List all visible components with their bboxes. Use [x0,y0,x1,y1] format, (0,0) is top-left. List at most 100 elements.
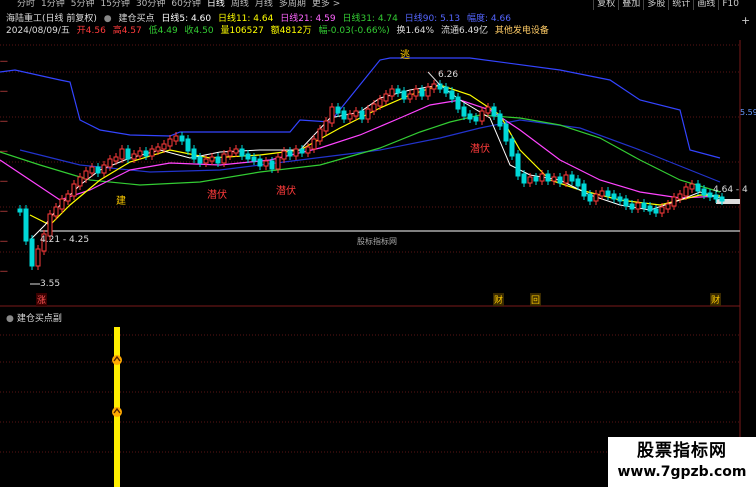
candle-body [401,90,407,100]
candle-body [305,146,311,154]
candle-body [509,138,515,157]
axis-tick: | [0,240,8,243]
candle-body [659,206,665,214]
candle-body [515,153,521,177]
right-axis-price: 5.59 [740,108,756,117]
candle-body [473,116,479,122]
candle-body [263,160,269,167]
candle-body [239,148,245,157]
left-axis: | | | | | | | | [0,20,8,320]
candle-body [485,106,491,114]
axis-tick: | [0,120,8,123]
candle-body [557,176,563,184]
candle-body [65,193,71,202]
candle-body [707,192,713,198]
candle-body [101,164,107,174]
watermark-line1: 股票指标网 [637,441,727,461]
build-label: 建 [116,196,126,207]
candle-body [605,190,611,197]
candle-body [323,120,329,132]
candle-body [479,110,485,122]
candle-body [179,135,185,142]
candle-body [287,150,293,157]
candle-body [107,158,113,168]
candle-body [155,146,161,152]
range-price-label: 4.21 - 4.25 [40,235,90,245]
candle-body [611,193,617,200]
candle-body [347,113,353,120]
candle-body [329,106,335,124]
candle-body [89,166,95,174]
candle-body [365,108,371,120]
candle-body [587,193,593,202]
candle-body [575,178,581,187]
candle-body [521,173,527,184]
candle-body [47,213,53,237]
site-watermark: 股票指标网 www.7gpzb.com [608,437,756,487]
subpanel-title-text[interactable]: 建仓买点副 [17,314,62,324]
candle-body [227,150,233,157]
candle-body [683,186,689,197]
candle-body [407,93,413,100]
candle-body [431,83,437,90]
candle-body [719,196,725,202]
lurk-label-3: 潜伏 [470,144,490,155]
subpanel-dot-icon: ● [6,314,14,324]
axis-tick: | [0,180,8,183]
axis-tick: | [0,90,8,93]
candle-body [143,150,149,157]
candle-body [377,98,383,107]
candle-body [233,148,239,154]
candle-body [83,170,89,180]
candle-body [629,203,635,210]
candle-body [395,88,401,94]
candle-body [203,158,209,164]
candle-body [215,156,221,164]
candle-body [713,194,719,200]
candle-body [467,113,473,120]
candle-body [455,96,461,110]
grid-lines [0,44,740,453]
candle-body [461,106,467,117]
candle-body [569,174,575,182]
candle-body [635,202,641,210]
candle-body [671,196,677,207]
rise-marker: 涨 [36,293,48,306]
candle-body [599,190,605,197]
candle-body [317,128,323,142]
candle-body [161,143,167,150]
candle-body [503,123,509,142]
candle-body [617,196,623,202]
candle-body [149,148,155,157]
center-watermark-label: 股标指标网 [357,237,397,246]
candle-body [419,88,425,97]
candle-body [191,148,197,160]
candle-body [701,188,707,196]
candle-body [353,110,359,117]
watermark-line2: www.7gpzb.com [617,464,747,480]
candle-body [497,113,503,127]
candle-body [389,88,395,97]
candle-body [581,183,587,197]
candle-body [677,193,683,200]
escape-label: 逃 [400,50,410,61]
candle-body [257,158,263,167]
candle-body [251,156,257,162]
candle-body [449,90,455,100]
axis-tick: | [0,210,8,213]
candle-body [593,193,599,202]
candle-body [623,198,629,207]
candle-body [539,173,545,182]
candle-body [71,183,77,197]
candle-body [275,156,281,170]
candle-body [113,156,119,162]
candle-body [641,202,647,209]
axis-tick: | [0,150,8,153]
candle-body [125,148,131,160]
candle-body [545,173,551,182]
candle-body [311,138,317,150]
candle-body [443,86,449,94]
candle-body [293,148,299,157]
right-price-label: 4.64 - 4 [713,185,748,195]
subpanel-title: ● 建仓买点副 [6,311,62,324]
